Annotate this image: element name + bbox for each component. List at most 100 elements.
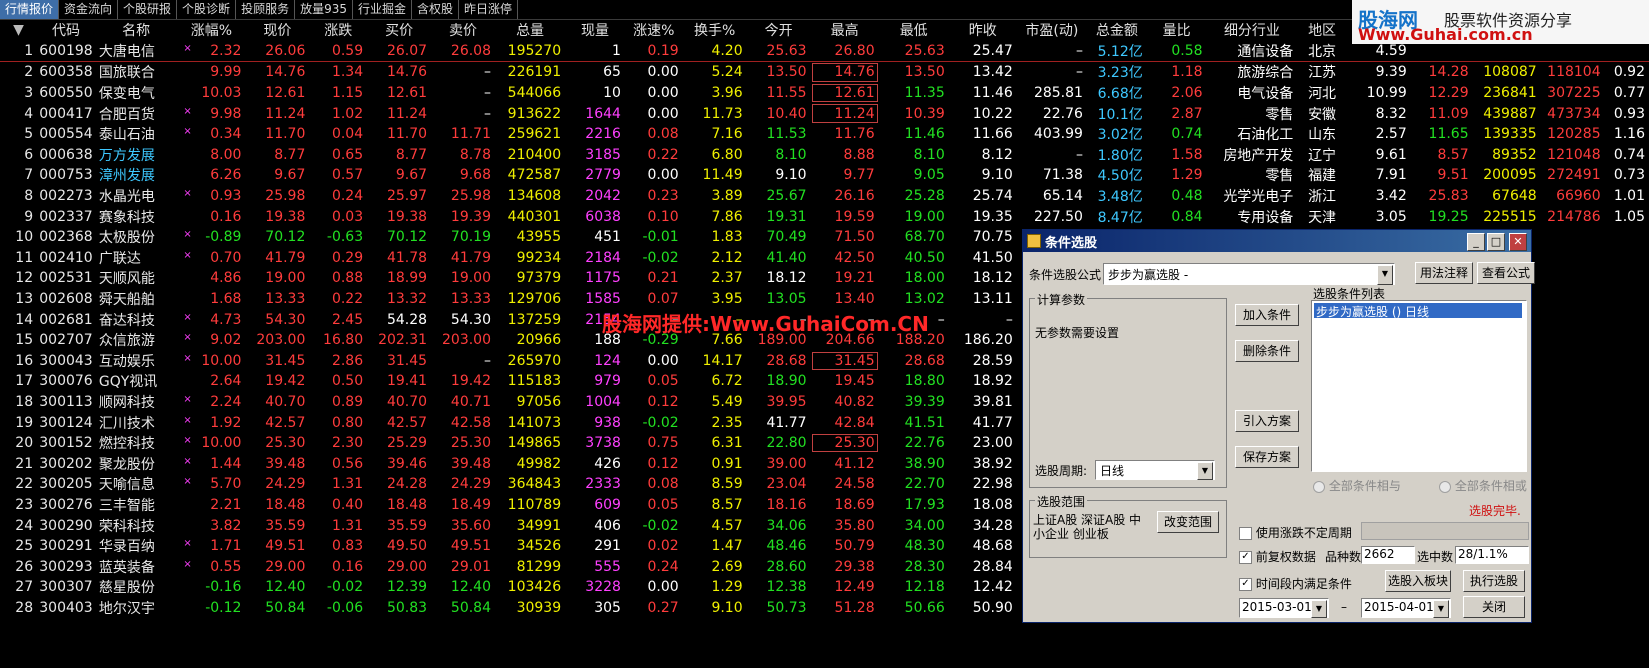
table-cell: 979 bbox=[594, 373, 621, 390]
close-button[interactable]: 关闭 bbox=[1463, 596, 1525, 618]
column-header[interactable]: 买价 bbox=[367, 20, 431, 41]
table-cell: 8.77 bbox=[274, 146, 306, 163]
column-header[interactable]: 名称 bbox=[95, 20, 178, 41]
column-header[interactable]: 现价 bbox=[245, 20, 309, 41]
column-header[interactable]: 量比 bbox=[1147, 20, 1207, 41]
table-cell: × 9.98 bbox=[177, 103, 245, 124]
table-cell: 25.30 bbox=[811, 433, 879, 454]
column-header[interactable]: 总量 bbox=[495, 20, 565, 41]
table-cell: 300290 bbox=[39, 517, 93, 534]
period-select[interactable]: 日线 ▼ bbox=[1095, 460, 1215, 480]
column-header[interactable]: 现量 bbox=[565, 20, 625, 41]
tab-3[interactable]: 个股诊断 bbox=[177, 0, 237, 19]
table-row[interactable]: 5 000554 泰山石油 × 0.34 11.70 0.04 11.70 11.71 25962… bbox=[0, 124, 1649, 145]
add-condition-button[interactable]: 加入条件 bbox=[1235, 304, 1299, 326]
table-cell: 66960 bbox=[1556, 188, 1601, 205]
column-header[interactable]: 细分行业 bbox=[1207, 20, 1298, 41]
table-row[interactable]: 8 002273 水晶光电 × 0.93 25.98 0.24 25.97 25.98 13460… bbox=[0, 186, 1649, 207]
table-row[interactable]: 6 000638 万方发展 8.00 8.77 0.65 8.77 8.78 210400 318… bbox=[0, 145, 1649, 166]
chevron-down-icon[interactable]: ▼ bbox=[1311, 600, 1327, 618]
column-header[interactable]: 今开 bbox=[747, 20, 811, 41]
table-cell: 0.84 bbox=[1171, 208, 1203, 225]
list-item[interactable]: 步步为赢选股 () 日线 bbox=[1314, 303, 1522, 319]
table-cell: 34.00 bbox=[904, 517, 945, 534]
date-to-picker[interactable]: 2015-04-01 ▼ bbox=[1361, 598, 1451, 618]
minimize-icon[interactable]: _ bbox=[1467, 233, 1485, 251]
column-header[interactable]: 最低 bbox=[879, 20, 949, 41]
column-header[interactable]: 地区 bbox=[1297, 20, 1347, 41]
condition-list[interactable]: 步步为赢选股 () 日线 bbox=[1311, 300, 1527, 472]
delete-condition-button[interactable]: 删除条件 bbox=[1235, 340, 1299, 362]
table-cell: 1.05 bbox=[1613, 208, 1645, 225]
table-cell: 12.40 bbox=[450, 579, 491, 596]
table-cell: 13 bbox=[15, 291, 34, 308]
tab-0[interactable]: 行情报价 bbox=[0, 0, 60, 19]
table-cell: 48.68 bbox=[972, 538, 1013, 555]
column-header[interactable]: 涨幅% bbox=[177, 20, 245, 41]
date-from-picker[interactable]: 2015-03-01 ▼ bbox=[1239, 598, 1329, 618]
import-plan-button[interactable]: 引入方案 bbox=[1235, 410, 1299, 432]
table-row[interactable]: 9 002337 赛象科技 0.16 19.38 0.03 19.38 19.39 440301… bbox=[0, 206, 1649, 227]
column-header[interactable]: 涨速% bbox=[625, 20, 683, 41]
close-icon[interactable]: ✕ bbox=[1509, 233, 1527, 251]
dialog-title-bar[interactable]: 条件选股 bbox=[1023, 230, 1531, 252]
tab-7[interactable]: 含权股 bbox=[412, 0, 460, 19]
tab-1[interactable]: 资金流向 bbox=[59, 0, 119, 19]
column-header[interactable]: 卖价 bbox=[431, 20, 495, 41]
use-period-checkbox[interactable]: 使用涨跌不定周期 bbox=[1239, 524, 1352, 541]
column-header[interactable]: 昨收 bbox=[949, 20, 1017, 41]
formula-select[interactable]: 步步为赢选股 - ▼ bbox=[1103, 263, 1395, 285]
table-cell: 光学光电子 bbox=[1223, 189, 1294, 206]
column-header[interactable]: 最高 bbox=[811, 20, 879, 41]
column-header[interactable]: 涨跌 bbox=[309, 20, 367, 41]
chevron-down-icon[interactable]: ▼ bbox=[1377, 265, 1393, 285]
table-cell: 51.28 bbox=[834, 599, 875, 616]
tab-2[interactable]: 个股研报 bbox=[118, 0, 178, 19]
adj-data-checkbox[interactable]: ✓ 前复权数据 bbox=[1239, 548, 1316, 565]
maximize-icon[interactable]: □ bbox=[1487, 233, 1505, 251]
table-cell: 0.16 bbox=[177, 206, 245, 227]
save-plan-button[interactable]: 保存方案 bbox=[1235, 446, 1299, 468]
table-row[interactable]: 3 600550 保变电气 10.03 12.61 1.15 12.61 –544066 10 0… bbox=[0, 83, 1649, 104]
table-cell: 28 bbox=[15, 599, 34, 616]
table-cell: 19.42 bbox=[450, 373, 491, 390]
table-row[interactable]: 2 600358 国旅联合 9.99 14.76 1.34 14.76–226191 65 0.… bbox=[0, 62, 1649, 83]
tab-5[interactable]: 放量935 bbox=[295, 0, 353, 19]
table-cell: 403.99 bbox=[1033, 126, 1083, 143]
table-cell: 10.99 bbox=[1366, 85, 1407, 102]
table-cell: 25.63 bbox=[878, 40, 949, 63]
column-header[interactable]: ▼ bbox=[0, 20, 37, 41]
table-cell: 25.28 bbox=[904, 188, 945, 205]
table-cell: 1.01 bbox=[1613, 188, 1645, 205]
table-row[interactable]: 7 000753 漳州发展 6.26 9.67 0.57 9.67 9.68 472587 277… bbox=[0, 165, 1649, 186]
radio-or[interactable]: 全部条件相或 bbox=[1439, 477, 1527, 494]
usage-button[interactable]: 用法注释 bbox=[1415, 262, 1473, 284]
column-header[interactable]: 代码 bbox=[37, 20, 95, 41]
table-cell: 25 bbox=[15, 538, 34, 555]
to-block-button[interactable]: 选股入板块 bbox=[1385, 570, 1451, 592]
chevron-down-icon[interactable]: ▼ bbox=[1433, 600, 1449, 618]
tab-4[interactable]: 投顾服务 bbox=[236, 0, 296, 19]
table-cell: 50.84 bbox=[265, 599, 306, 616]
radio-and[interactable]: 全部条件相与 bbox=[1313, 477, 1401, 494]
change-pct: 10.00 bbox=[201, 435, 242, 452]
table-cell: 19.38 bbox=[386, 208, 428, 225]
column-header[interactable]: 换手% bbox=[683, 20, 747, 41]
chevron-down-icon[interactable]: ▼ bbox=[1197, 462, 1213, 480]
column-header[interactable]: 市盈(动) bbox=[1017, 20, 1087, 41]
execute-button[interactable]: 执行选股 bbox=[1463, 570, 1525, 592]
view-formula-button[interactable]: 查看公式 bbox=[1477, 262, 1535, 284]
tab-6[interactable]: 行业掘金 bbox=[353, 0, 412, 19]
table-cell: 42.57 bbox=[386, 414, 428, 431]
change-scope-button[interactable]: 改变范围 bbox=[1157, 511, 1219, 533]
table-row[interactable]: 4 000417 合肥百货 × 9.98 11.24 1.02 11.24 –913622 164… bbox=[0, 103, 1649, 124]
date-from-value: 2015-03-01 bbox=[1242, 600, 1312, 614]
column-header[interactable]: 总金额 bbox=[1087, 20, 1147, 41]
table-cell: 赛象科技 bbox=[98, 209, 155, 226]
table-cell: 18.48 bbox=[386, 496, 428, 513]
radio-icon bbox=[1439, 480, 1451, 493]
tab-8[interactable]: 昨日涨停 bbox=[459, 0, 519, 19]
table-cell: 0.92 bbox=[1613, 64, 1645, 81]
table-cell: 地尔汉宇 bbox=[98, 600, 155, 617]
time-range-checkbox[interactable]: ✓ 时间段内满足条件 bbox=[1239, 575, 1352, 592]
